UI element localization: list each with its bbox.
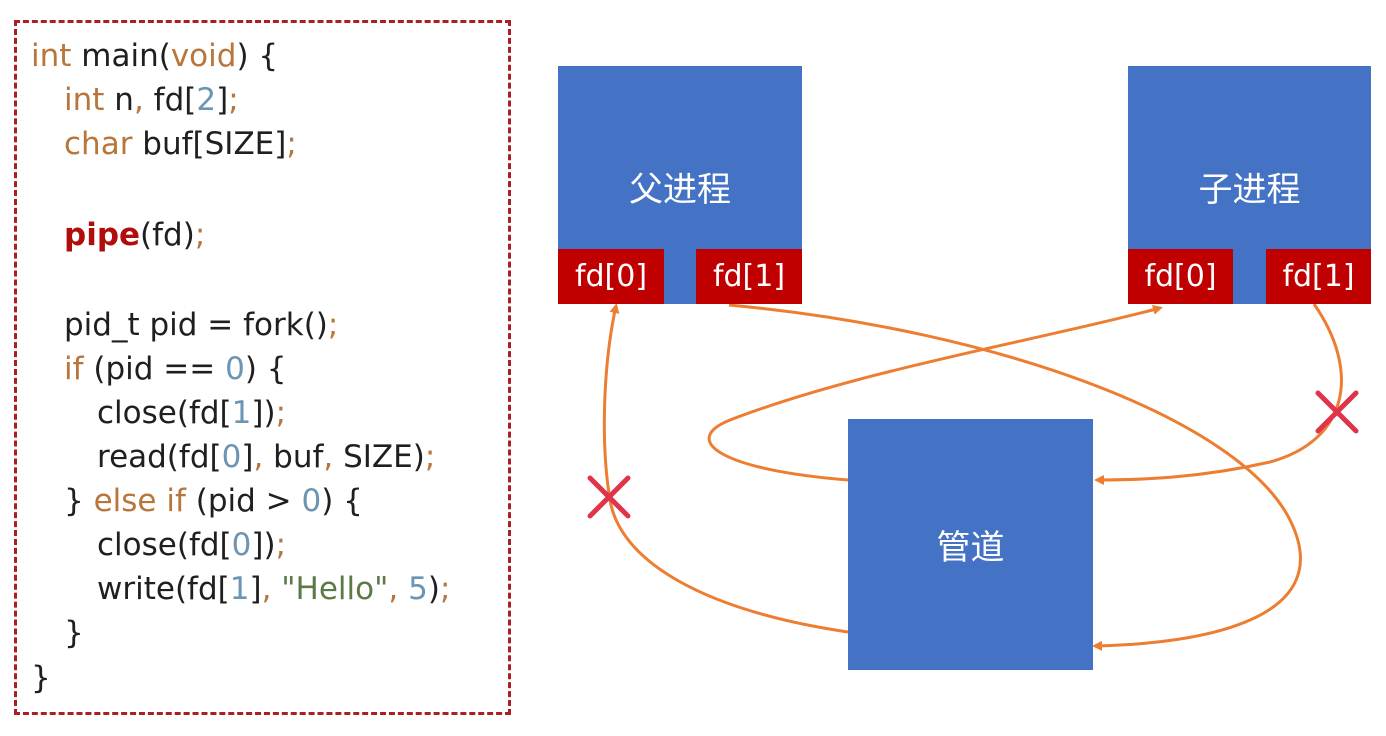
child-process-label: 子进程 (1198, 170, 1301, 210)
child-fd1-box: fd[1] (1266, 249, 1371, 304)
child-fd0-box: fd[0] (1128, 249, 1233, 304)
parent-fd1-box: fd[1] (696, 249, 802, 304)
child-fd1-to-pipe-arrow (1094, 303, 1343, 485)
parent-process-label: 父进程 (629, 170, 731, 210)
pipe-label: 管道 (936, 528, 1005, 568)
parent-fd0-box: fd[0] (558, 249, 664, 304)
pipe-diagram (558, 66, 1371, 670)
blocked-child-write-cross-icon (1315, 390, 1359, 434)
pipe-to-parent-fd0-arrow (602, 303, 849, 634)
